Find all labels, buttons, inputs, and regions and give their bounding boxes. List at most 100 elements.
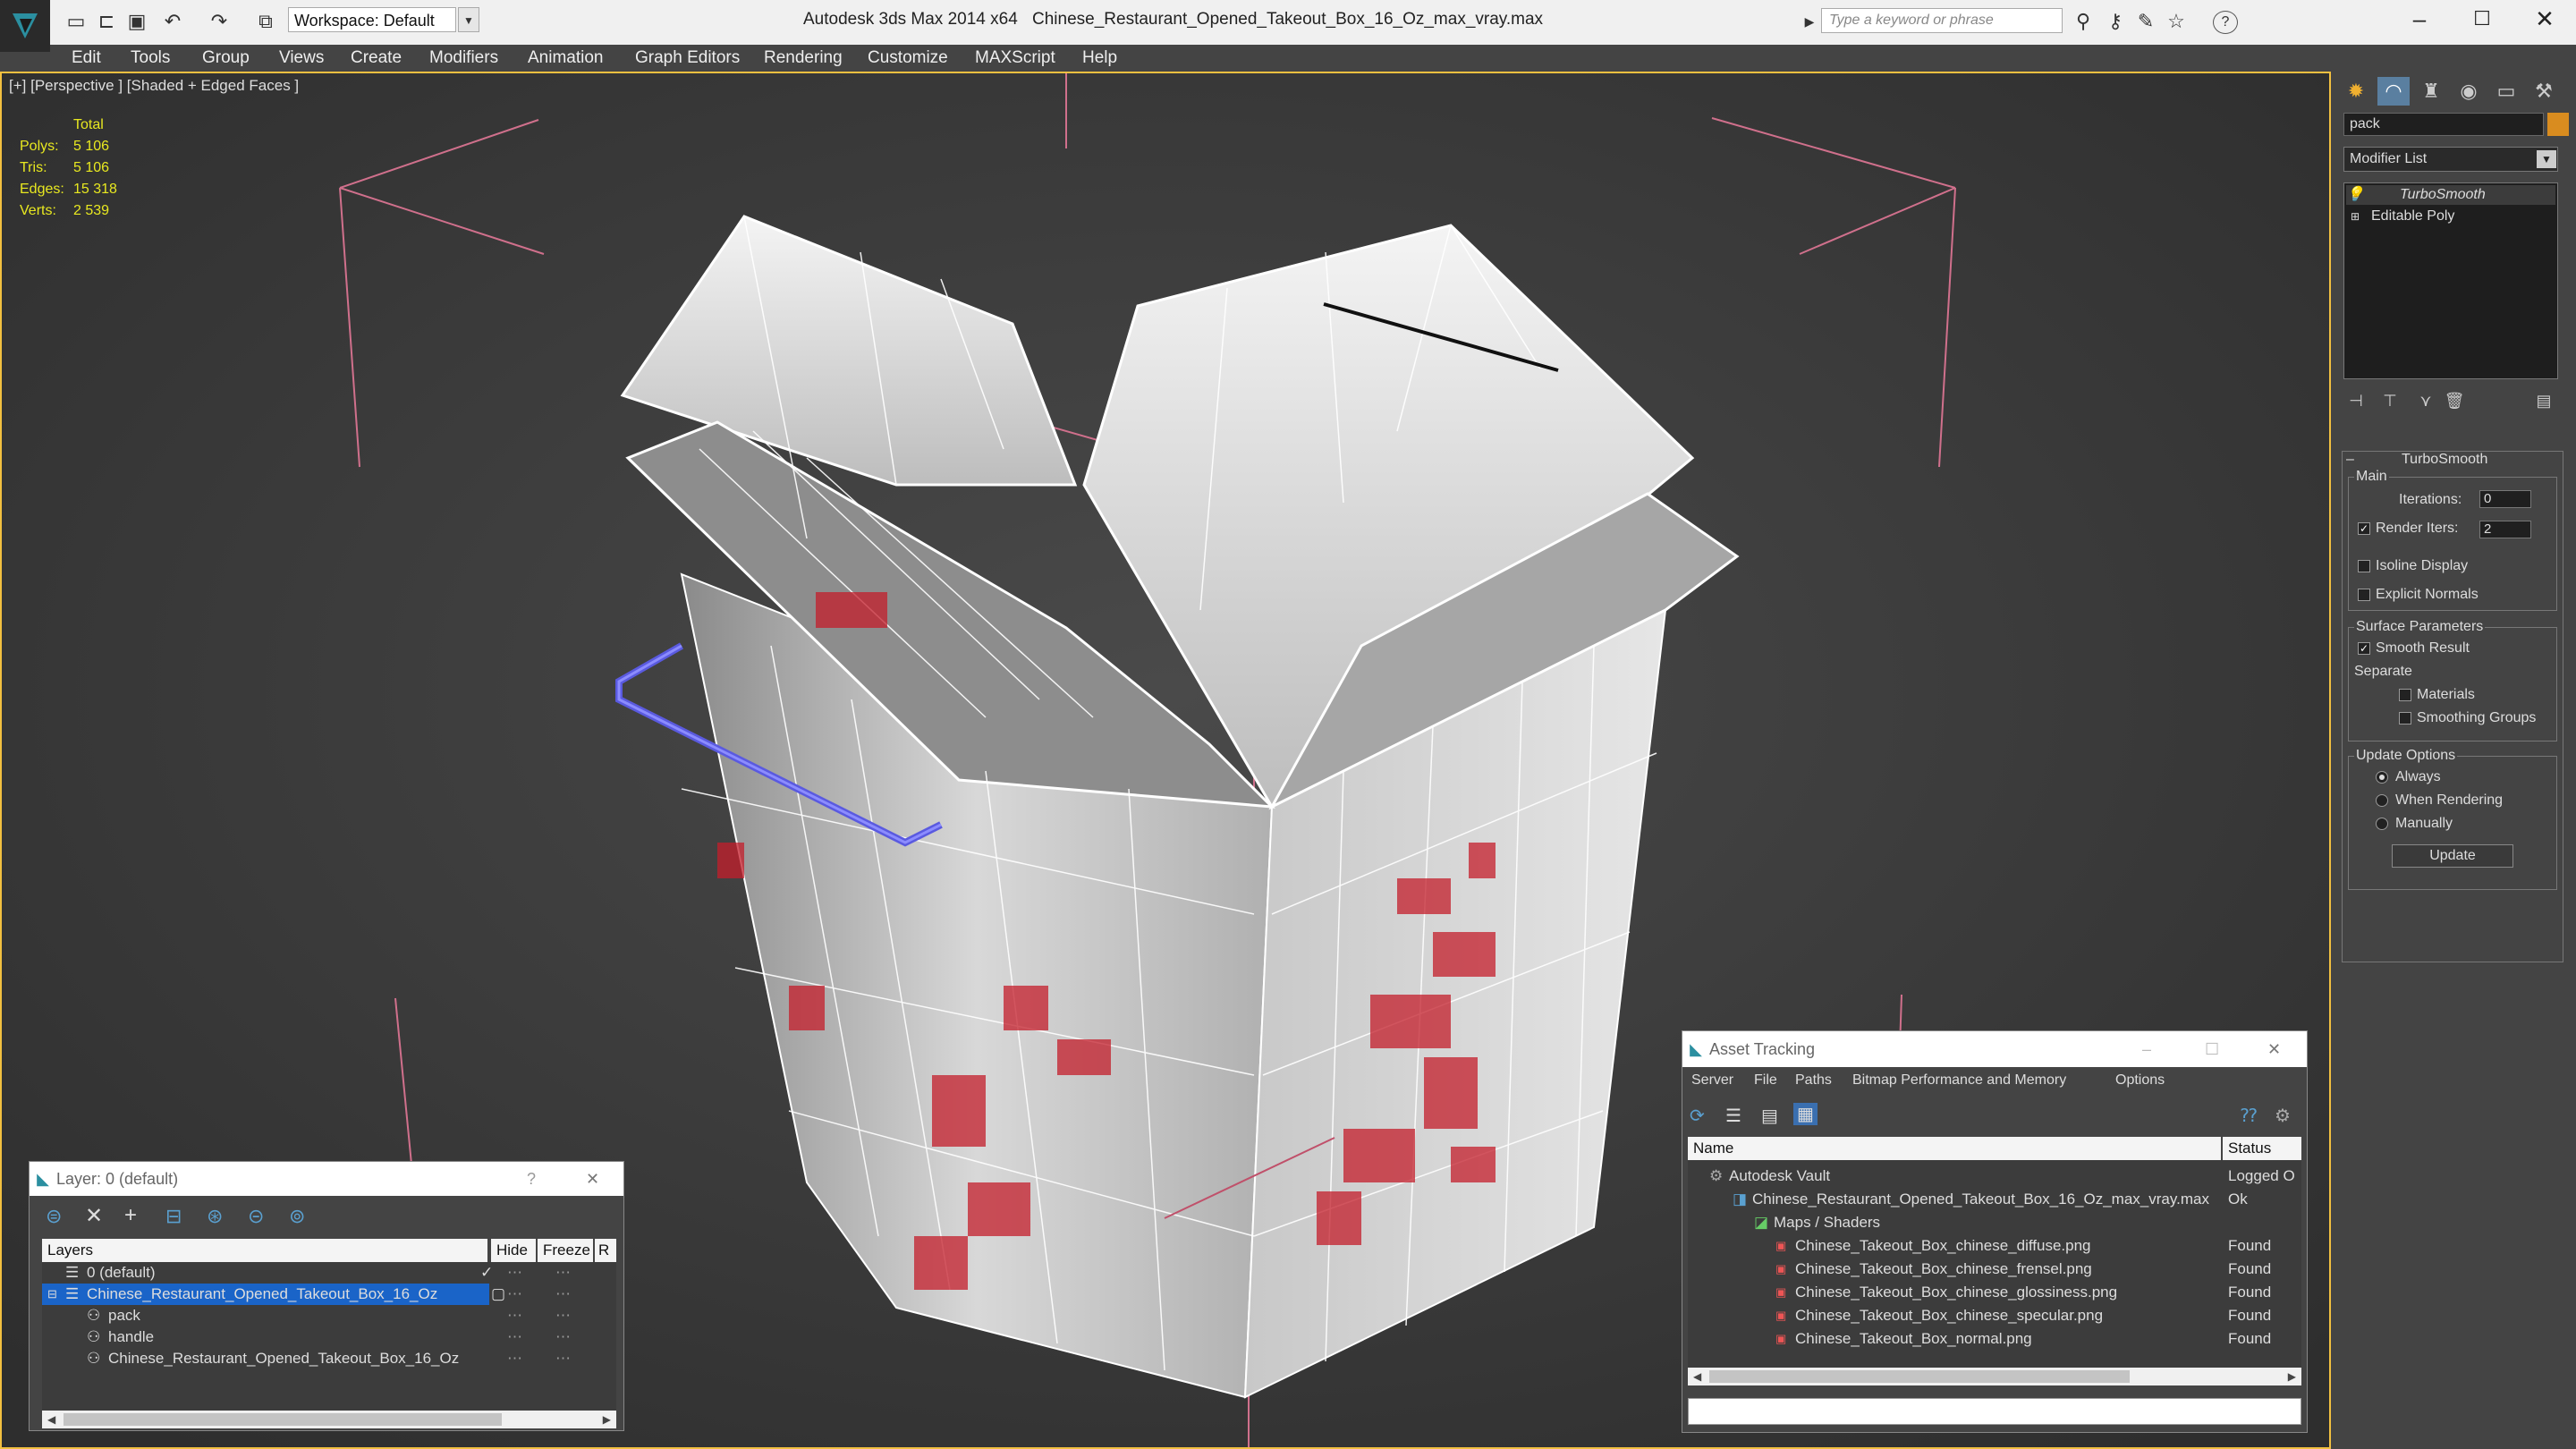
scrollbar-thumb[interactable] [1709, 1370, 2130, 1383]
table-row[interactable]: ▣ Chinese_Takeout_Box_chinese_glossiness… [1688, 1282, 2301, 1303]
expand-arrow-icon[interactable]: ▶ [1798, 11, 1821, 32]
freeze-toggle[interactable]: ⋯ [555, 1348, 571, 1369]
chevron-down-icon[interactable]: ▼ [458, 7, 479, 32]
help-icon[interactable]: ? [2213, 11, 2238, 34]
table-row[interactable]: ▣ Chinese_Takeout_Box_chinese_diffuse.pn… [1688, 1235, 2301, 1257]
table-view-icon[interactable]: ▦ [1793, 1103, 1818, 1125]
update-button[interactable]: Update [2392, 844, 2513, 868]
subscription-icon[interactable]: ⚷ [2104, 11, 2127, 32]
freeze-toggle[interactable]: ⋯ [555, 1262, 571, 1284]
new-file-icon[interactable]: ▭ [64, 11, 88, 32]
freeze-toggle[interactable]: ⋯ [555, 1326, 571, 1348]
menu-rendering[interactable]: Rendering [764, 45, 843, 72]
create-layer-icon[interactable]: ⊜ [46, 1205, 62, 1228]
hide-all-layers-icon[interactable]: ⊝ [248, 1205, 264, 1228]
render-iters-checkbox[interactable]: ✓ [2358, 522, 2370, 535]
when-rendering-radio[interactable] [2376, 794, 2388, 807]
motion-tab-icon[interactable]: ◉ [2453, 77, 2485, 106]
scroll-right-icon[interactable]: ▶ [603, 1411, 611, 1428]
asset-dialog-header[interactable]: ◣ Asset Tracking – ☐ ✕ [1682, 1031, 2307, 1067]
settings-icon[interactable]: ⚙ [2275, 1105, 2291, 1127]
refresh-icon[interactable]: ⟳ [1690, 1105, 1705, 1127]
asset-path-field[interactable] [1688, 1398, 2301, 1425]
menu-graph-editors[interactable]: Graph Editors [635, 45, 740, 72]
materials-checkbox[interactable] [2399, 689, 2411, 701]
help-icon[interactable]: ? [527, 1162, 536, 1196]
binoculars-icon[interactable]: ⚲ [2072, 11, 2095, 32]
hide-toggle[interactable]: ⋯ [507, 1284, 522, 1305]
rollout-collapse-icon[interactable]: – [2346, 452, 2354, 468]
explicit-normals-checkbox[interactable] [2358, 589, 2370, 601]
list-view-icon[interactable]: ☰ [1725, 1105, 1741, 1127]
chevron-down-icon[interactable]: ▼ [2537, 150, 2556, 168]
always-radio[interactable] [2376, 771, 2388, 784]
undo-icon[interactable]: ↶ [161, 11, 184, 32]
table-row[interactable]: ▣ Chinese_Takeout_Box_chinese_frensel.pn… [1688, 1258, 2301, 1280]
rollout-title[interactable]: TurboSmooth [2402, 452, 2487, 468]
iterations-spinner[interactable]: 0 [2479, 490, 2531, 508]
pin-stack-icon[interactable]: ⊣ [2340, 386, 2372, 415]
status-column-header[interactable]: Status [2223, 1137, 2301, 1160]
collapse-minus-icon[interactable]: ⊟ [47, 1284, 57, 1305]
hide-toggle[interactable]: ⋯ [507, 1326, 522, 1348]
menu-paths[interactable]: Paths [1795, 1072, 1832, 1089]
create-tab-icon[interactable]: ✹ [2340, 77, 2372, 106]
manually-radio[interactable] [2376, 818, 2388, 830]
maximize-icon[interactable]: ☐ [2451, 0, 2513, 39]
active-layer-checkmark-icon[interactable]: ✓ [480, 1262, 493, 1284]
modifier-list-select[interactable]: Modifier List [2343, 147, 2558, 172]
make-unique-icon[interactable]: ⋎ [2410, 386, 2442, 415]
freeze-all-layers-icon[interactable]: ⊚ [289, 1205, 305, 1228]
list-item[interactable]: ⚇ handle ⋯ ⋯ [42, 1326, 614, 1348]
close-icon[interactable]: ✕ [2267, 1031, 2281, 1067]
expand-plus-icon[interactable]: ⊞ [2346, 207, 2364, 226]
set-current-layer-icon[interactable]: ▢ [491, 1284, 505, 1305]
freeze-toggle[interactable]: ⋯ [555, 1305, 571, 1326]
lightbulb-icon[interactable]: 💡 [2346, 185, 2364, 205]
minimize-icon[interactable]: – [2142, 1031, 2151, 1067]
search-input[interactable]: Type a keyword or phrase [1821, 8, 2063, 33]
smoothing-groups-checkbox[interactable] [2399, 712, 2411, 724]
hide-toggle[interactable]: ⋯ [507, 1262, 522, 1284]
list-item[interactable]: ☰ 0 (default) ✓ ⋯ ⋯ [42, 1262, 614, 1284]
menu-views[interactable]: Views [279, 45, 324, 72]
hierarchy-tab-icon[interactable]: ♜ [2415, 77, 2447, 106]
menu-animation[interactable]: Animation [528, 45, 604, 72]
horizontal-scrollbar[interactable]: ◀ ▶ [1688, 1368, 2301, 1385]
layers-column-header[interactable]: Layers [42, 1239, 487, 1262]
add-to-layer-icon[interactable]: + [124, 1203, 137, 1228]
save-file-icon[interactable]: ▣ [125, 11, 148, 32]
name-column-header[interactable]: Name [1688, 1137, 2221, 1160]
tree-view-icon[interactable]: ▤ [1761, 1105, 1778, 1127]
table-row[interactable]: ▣ Chinese_Takeout_Box_normal.png Found [1688, 1328, 2301, 1350]
modify-tab-icon[interactable]: ◠ [2377, 77, 2410, 106]
object-name-field[interactable]: pack [2343, 113, 2544, 136]
highlight-layer-icon[interactable]: ⊛ [207, 1205, 223, 1228]
help-icon[interactable]: ⁇ [2241, 1105, 2257, 1127]
menu-bitmap-performance[interactable]: Bitmap Performance and Memory [1852, 1072, 2066, 1089]
open-file-icon[interactable]: ⊏ [95, 11, 118, 32]
select-in-layer-icon[interactable]: ⊟ [165, 1205, 182, 1228]
render-column-header[interactable]: R [595, 1239, 616, 1262]
menu-create[interactable]: Create [351, 45, 402, 72]
communication-icon[interactable]: ✎ [2134, 11, 2157, 32]
favorites-star-icon[interactable]: ☆ [2165, 11, 2188, 32]
maximize-icon[interactable]: ☐ [2205, 1031, 2219, 1067]
hide-toggle[interactable]: ⋯ [507, 1348, 522, 1369]
close-icon[interactable]: ✕ [586, 1162, 599, 1196]
workspace-select[interactable]: Workspace: Default [288, 7, 456, 32]
stack-item-turbosmooth[interactable]: 💡 TurboSmooth [2346, 185, 2555, 205]
close-icon[interactable]: ✕ [2513, 0, 2576, 39]
table-row[interactable]: ◪ Maps / Shaders [1688, 1212, 2301, 1233]
scroll-right-icon[interactable]: ▶ [2288, 1368, 2296, 1385]
scroll-left-icon[interactable]: ◀ [47, 1411, 55, 1428]
show-end-result-icon[interactable]: ⊤ [2374, 386, 2406, 415]
render-iters-spinner[interactable]: 2 [2479, 521, 2531, 538]
isoline-display-checkbox[interactable] [2358, 560, 2370, 572]
menu-options[interactable]: Options [2115, 1072, 2165, 1089]
app-logo-icon[interactable] [0, 0, 50, 52]
table-row[interactable]: ⚙ Autodesk Vault Logged O [1688, 1165, 2301, 1187]
configure-modifier-sets-icon[interactable]: ▤ [2528, 386, 2560, 415]
menu-group[interactable]: Group [202, 45, 250, 72]
menu-server[interactable]: Server [1691, 1072, 1733, 1089]
